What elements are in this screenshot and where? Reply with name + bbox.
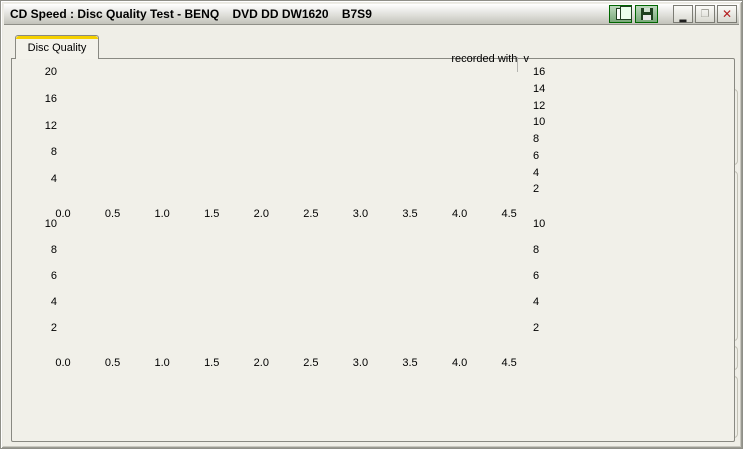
maximize-icon: ❐ [700, 8, 710, 20]
minimize-icon: ▂ [679, 11, 687, 22]
copy-icon[interactable] [609, 5, 632, 23]
tab-page [11, 58, 735, 442]
minimize-button[interactable]: ▂ [673, 5, 693, 23]
axis-tick-label: 2 [533, 183, 540, 196]
axis-tick-label: 3.0 [352, 357, 369, 369]
axis-tick-label: 2 [533, 322, 540, 334]
tab-disc-quality[interactable]: Disc Quality [15, 35, 99, 59]
axis-tick-label: 16 [533, 66, 546, 78]
axis-tick-label: 4.5 [501, 208, 517, 220]
axis-tick-label: 0.5 [104, 357, 121, 369]
maximize-button[interactable]: ❐ [695, 5, 715, 23]
axis-tick-label: 2.5 [303, 357, 319, 369]
axis-tick-label: 6 [533, 270, 540, 282]
floppy-disk-icon [640, 8, 653, 20]
app-window: CD Speed : Disc Quality Test - BENQ DVD … [0, 0, 743, 449]
position-marker-stub [517, 57, 518, 72]
axis-tick-label: 3.5 [402, 357, 418, 369]
axis-tick-label: 8 [50, 244, 57, 256]
tab-label: Disc Quality [27, 41, 87, 54]
axis-tick-label: 4.0 [451, 208, 468, 220]
axis-tick-label: 6 [533, 149, 540, 162]
axis-tick-label: 0.0 [55, 357, 71, 369]
axis-tick-label: 4.0 [451, 357, 468, 369]
axis-tick-label: 8 [50, 146, 57, 159]
axis-tick-label: 2.0 [253, 357, 269, 369]
close-icon: ✕ [721, 7, 733, 21]
axis-tick-label: 2.5 [303, 208, 319, 220]
axis-tick-label: 4 [533, 166, 540, 179]
axis-tick-label: 16 [44, 92, 57, 105]
axis-tick-label: 10 [44, 218, 57, 230]
axis-tick-label: 2 [50, 322, 57, 334]
axis-tick-label: 1.0 [154, 208, 170, 220]
window-title: CD Speed : Disc Quality Test - BENQ DVD … [10, 7, 372, 21]
axis-tick-label: 8 [533, 244, 540, 256]
axis-tick-label: 12 [44, 119, 57, 132]
axis-tick-label: 1.5 [204, 357, 220, 369]
close-button[interactable]: ✕ [717, 5, 737, 23]
axis-tick-label: 4.5 [501, 357, 517, 369]
save-icon[interactable] [635, 5, 658, 23]
axis-tick-label: 14 [533, 82, 546, 95]
axis-tick-label: 4 [533, 296, 540, 308]
axis-tick-label: 0.5 [104, 208, 121, 220]
axis-tick-label: 1.5 [204, 208, 220, 220]
titlebar: CD Speed : Disc Quality Test - BENQ DVD … [4, 4, 739, 25]
axis-tick-label: 2.0 [253, 208, 269, 220]
axis-tick-label: 3.5 [402, 208, 418, 220]
axis-tick-label: 3.0 [352, 208, 369, 220]
axis-tick-label: 10 [533, 218, 546, 230]
axis-tick-label: 6 [50, 270, 57, 282]
axis-tick-label: 8 [533, 133, 540, 145]
axis-tick-label: 4 [50, 173, 57, 186]
axis-tick-label: 10 [533, 116, 546, 129]
axis-tick-label: 1.0 [154, 357, 170, 369]
axis-tick-label: 4 [50, 296, 57, 308]
axis-tick-label: 12 [533, 99, 546, 112]
axis-tick-label: 20 [44, 66, 57, 78]
copy-pages-icon [615, 6, 632, 20]
